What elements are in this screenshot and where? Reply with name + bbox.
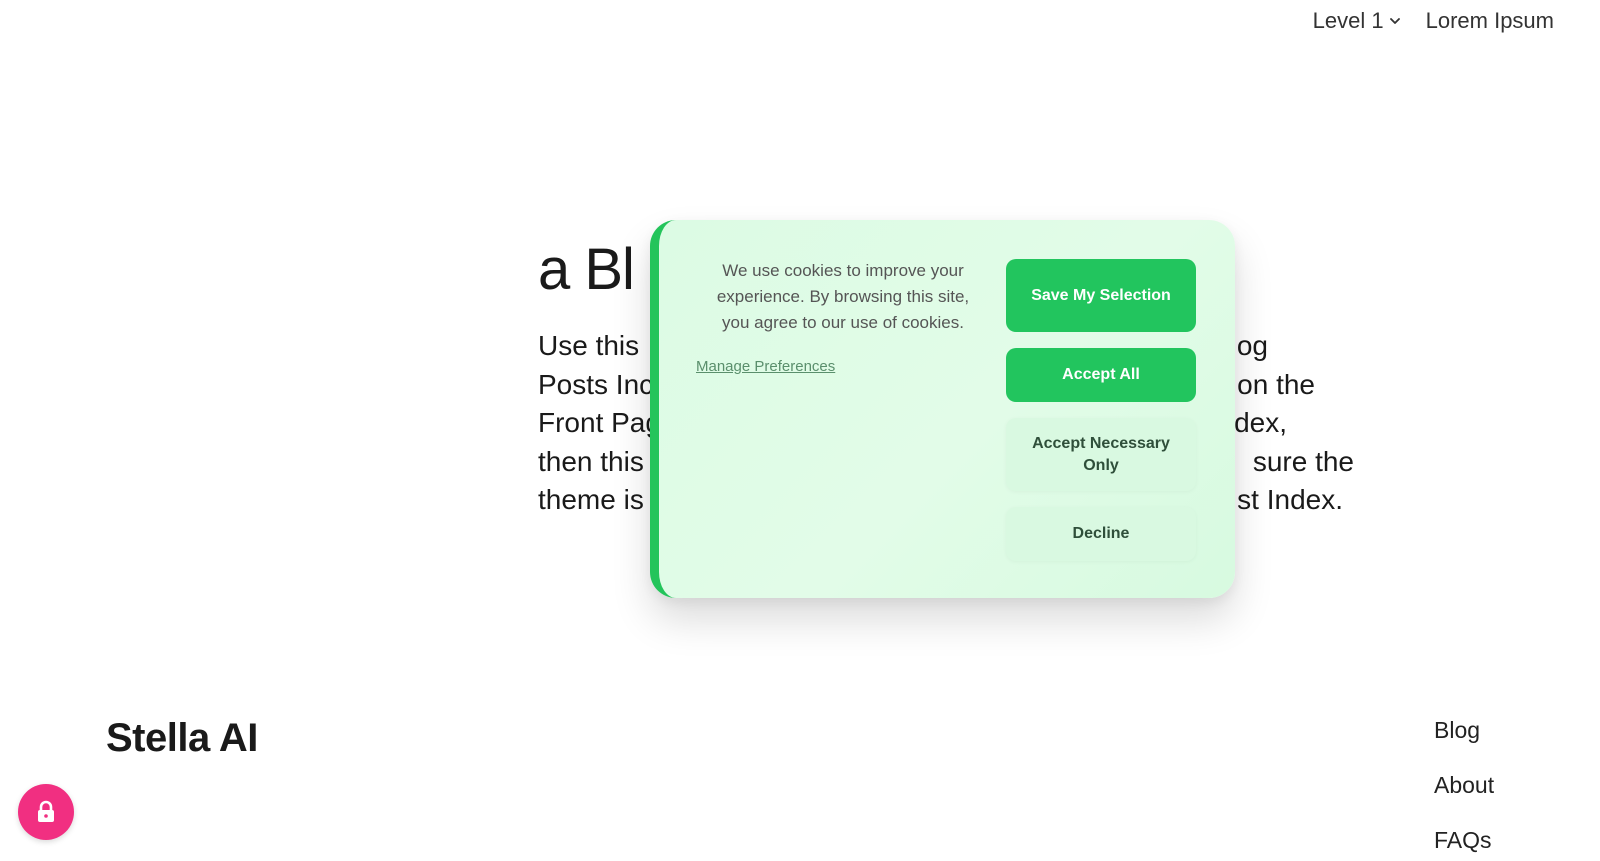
hero-line-left: then this: [538, 445, 644, 477]
hero-line-left: Posts Inc: [538, 368, 654, 400]
footer-nav: Blog About FAQs: [1434, 717, 1494, 861]
accept-necessary-button[interactable]: Accept Necessary Only: [1006, 418, 1196, 491]
page: Level 1 Lorem Ipsum a Bl Use this Blog P…: [0, 0, 1600, 861]
hero-line-left: theme is: [538, 484, 644, 515]
hero-title: a Bl: [538, 237, 635, 302]
hero-line-right: st Index.: [1237, 484, 1343, 515]
chevron-down-icon: [1389, 18, 1400, 24]
nav-item-label: Lorem Ipsum: [1425, 8, 1554, 33]
manage-preferences-link[interactable]: Manage Preferences: [696, 358, 835, 375]
nav-item-level-1[interactable]: Level 1: [1313, 8, 1402, 34]
decline-button[interactable]: Decline: [1006, 507, 1196, 561]
cookie-message: We use cookies to improve your experienc…: [716, 261, 970, 332]
nav-item-label: Level 1: [1312, 8, 1384, 33]
footer-link-about[interactable]: About: [1434, 772, 1494, 827]
hero-line-left: Front Pag: [538, 407, 661, 438]
footer-link-blog[interactable]: Blog: [1434, 717, 1494, 772]
hero-line-right: on the: [1237, 368, 1315, 400]
save-selection-button[interactable]: Save My Selection: [1006, 259, 1196, 332]
cookie-settings-button[interactable]: [18, 784, 74, 840]
nav-item-lorem-ipsum[interactable]: Lorem Ipsum: [1426, 8, 1554, 34]
accept-all-button[interactable]: Accept All: [1006, 348, 1196, 402]
footer-brand[interactable]: Stella AI: [106, 716, 258, 761]
hero-line-left: Use this: [538, 330, 640, 361]
cookie-consent-modal: We use cookies to improve your experienc…: [650, 220, 1235, 598]
lock-icon: [38, 800, 54, 822]
footer-link-faqs[interactable]: FAQs: [1434, 827, 1494, 861]
hero-line-right: sure the: [1252, 445, 1354, 477]
top-nav: Level 1 Lorem Ipsum: [1313, 8, 1554, 34]
